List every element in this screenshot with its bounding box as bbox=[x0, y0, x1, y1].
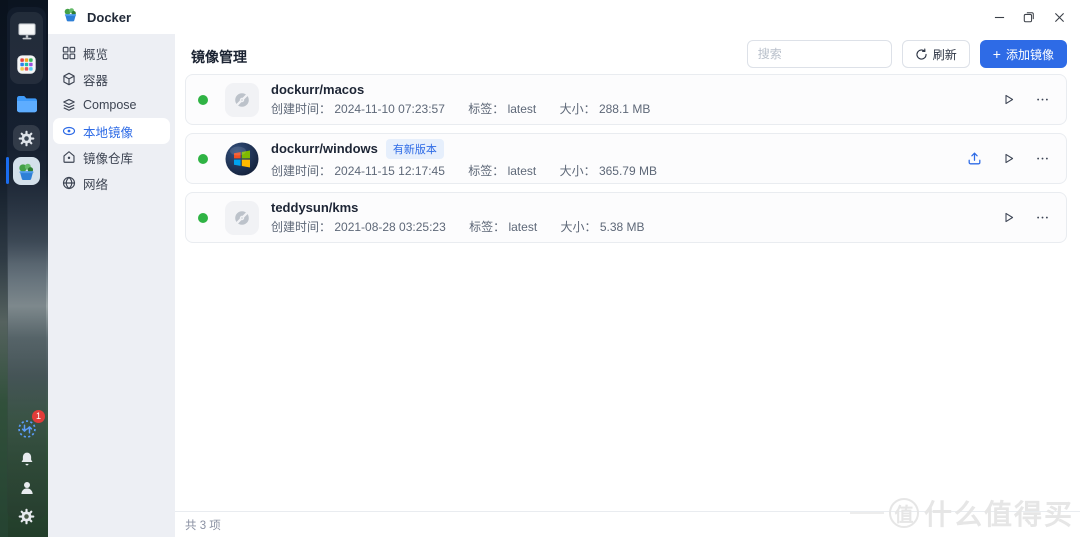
status-dot bbox=[198, 94, 208, 105]
page-title: 镜像管理 bbox=[191, 49, 247, 65]
image-row[interactable]: dockurr/windows 有新版本 创建时间： 2024-11-15 12… bbox=[185, 133, 1067, 184]
run-image-button[interactable] bbox=[994, 86, 1022, 114]
row-actions bbox=[960, 145, 1056, 173]
image-tag: latest bbox=[507, 163, 537, 178]
docker-dock-icon[interactable] bbox=[6, 156, 43, 186]
created-time: 2024-11-10 07:23:57 bbox=[334, 102, 445, 116]
settings-icon[interactable] bbox=[10, 123, 43, 153]
refresh-icon bbox=[916, 47, 927, 60]
refresh-button[interactable]: 刷新 bbox=[901, 40, 970, 68]
image-size: 5.38 MB bbox=[599, 220, 645, 234]
image-name: dockurr/windows bbox=[271, 141, 378, 156]
image-info: dockurr/macos 创建时间： 2024-11-10 07:23:57 … bbox=[271, 82, 651, 116]
docker-app-window: Docker 概览 容器 Compose 本地镜像 镜像仓库 网络 镜像管理 搜… bbox=[48, 0, 1080, 537]
app-center-icon[interactable] bbox=[10, 49, 43, 79]
image-placeholder-icon bbox=[225, 82, 259, 117]
update-image-button[interactable] bbox=[960, 145, 988, 173]
system-settings-icon[interactable] bbox=[10, 501, 43, 531]
image-info: dockurr/windows 有新版本 创建时间： 2024-11-15 12… bbox=[271, 138, 960, 179]
add-image-label: 添加镜像 bbox=[1005, 47, 1054, 62]
docker-app-icon bbox=[62, 6, 79, 28]
image-row[interactable]: teddysun/kms 创建时间： 2021-08-28 03:25:23 标… bbox=[185, 192, 1067, 243]
minimize-button[interactable] bbox=[984, 4, 1014, 30]
image-name: dockurr/macos bbox=[271, 82, 365, 97]
image-placeholder-icon bbox=[225, 200, 259, 235]
image-management-panel: 镜像管理 刷新 + 添加镜像 bbox=[175, 34, 1080, 537]
add-image-button[interactable]: + 添加镜像 bbox=[979, 40, 1067, 68]
transfer-icon[interactable]: 1 bbox=[10, 410, 45, 444]
new-version-badge: 有新版本 bbox=[385, 138, 444, 159]
sidebar-item-label: 网络 bbox=[83, 177, 109, 192]
sidebar-item-compose[interactable]: Compose bbox=[53, 92, 170, 118]
sidebar-item-label: Compose bbox=[83, 98, 137, 112]
sidebar-item-registry[interactable]: 镜像仓库 bbox=[53, 144, 170, 170]
search-input[interactable] bbox=[746, 40, 892, 68]
refresh-label: 刷新 bbox=[932, 47, 957, 62]
sidebar-item-overview[interactable]: 概览 bbox=[53, 40, 170, 66]
sidebar: 概览 容器 Compose 本地镜像 镜像仓库 网络 bbox=[48, 34, 175, 537]
image-size: 288.1 MB bbox=[598, 102, 651, 116]
sidebar-item-network[interactable]: 网络 bbox=[53, 170, 170, 196]
image-name: teddysun/kms bbox=[271, 200, 359, 215]
image-info: teddysun/kms 创建时间： 2021-08-28 03:25:23 标… bbox=[271, 200, 645, 234]
more-actions-button[interactable] bbox=[1028, 145, 1056, 173]
window-title: Docker bbox=[87, 9, 132, 25]
more-actions-button[interactable] bbox=[1028, 86, 1056, 114]
list-footer: 共 3 项 bbox=[175, 511, 1080, 537]
maximize-button[interactable] bbox=[1014, 4, 1044, 30]
repo-icon bbox=[63, 151, 75, 163]
created-time: 2024-11-15 12:17:45 bbox=[334, 163, 445, 178]
layers-icon bbox=[63, 99, 75, 111]
notifications-icon[interactable] bbox=[10, 444, 43, 474]
run-image-button[interactable] bbox=[994, 204, 1022, 232]
image-tag: latest bbox=[508, 220, 538, 234]
row-actions bbox=[960, 204, 1056, 232]
image-size: 365.79 MB bbox=[598, 163, 657, 178]
user-icon[interactable] bbox=[10, 473, 43, 503]
disc-icon bbox=[62, 126, 76, 136]
window-controls bbox=[984, 0, 1074, 34]
toolbar: 刷新 + 添加镜像 bbox=[746, 40, 1067, 68]
created-time: 2021-08-28 03:25:23 bbox=[334, 220, 446, 234]
sidebar-item-local-images[interactable]: 本地镜像 bbox=[53, 118, 170, 144]
desktop-dock: 1 bbox=[0, 0, 48, 537]
more-actions-button[interactable] bbox=[1028, 204, 1056, 232]
sidebar-item-containers[interactable]: 容器 bbox=[53, 66, 170, 92]
files-icon[interactable] bbox=[10, 89, 43, 119]
plus-icon: + bbox=[992, 46, 1001, 62]
run-image-button[interactable] bbox=[994, 145, 1022, 173]
monitor-icon[interactable] bbox=[10, 17, 43, 47]
titlebar: Docker bbox=[48, 0, 1080, 34]
container-icon bbox=[63, 72, 75, 86]
status-dot bbox=[198, 212, 208, 223]
windows-logo-icon bbox=[225, 142, 259, 176]
status-dot bbox=[198, 153, 208, 164]
transfer-badge: 1 bbox=[32, 410, 45, 423]
globe-icon bbox=[62, 176, 76, 190]
total-count: 共 3 项 bbox=[185, 519, 221, 532]
grid-icon bbox=[62, 46, 76, 60]
close-button[interactable] bbox=[1044, 4, 1074, 30]
row-actions bbox=[960, 86, 1056, 114]
sidebar-item-label: 本地镜像 bbox=[83, 125, 134, 140]
sidebar-item-label: 容器 bbox=[83, 73, 109, 88]
image-row[interactable]: dockurr/macos 创建时间： 2024-11-10 07:23:57 … bbox=[185, 74, 1067, 125]
sidebar-item-label: 镜像仓库 bbox=[83, 151, 134, 166]
sidebar-item-label: 概览 bbox=[83, 47, 109, 62]
image-list: dockurr/macos 创建时间： 2024-11-10 07:23:57 … bbox=[175, 74, 1080, 251]
image-tag: latest bbox=[507, 102, 537, 116]
